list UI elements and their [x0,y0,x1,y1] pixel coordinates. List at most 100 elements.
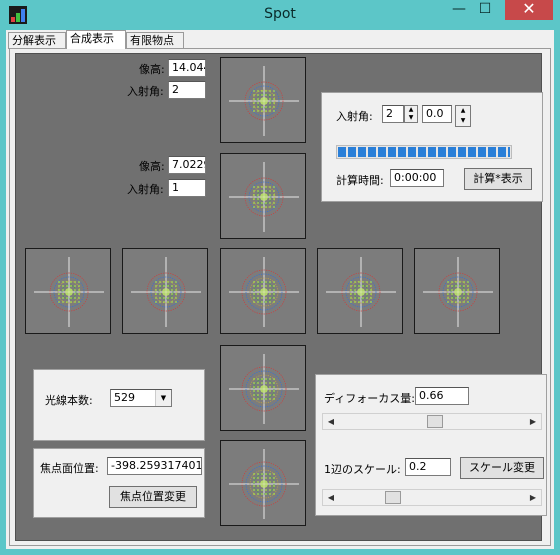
spot-mark [257,386,259,388]
spot-mark [357,288,365,296]
scroll-left-icon[interactable]: ◀ [323,490,339,505]
spot-mark [265,382,267,384]
tab-decompose[interactable]: 分解表示 [8,32,66,49]
minimize-icon[interactable]: — [446,0,472,20]
spot-mark [261,301,263,303]
app-window: Spot — ☐ ✕ 分解表示 合成表示 有限物点 像高: 14.044 入射角… [0,0,560,555]
spot-mark [159,293,161,295]
spot-mark [273,301,275,303]
progress-fill [338,147,510,157]
spin-up-icon[interactable]: ▲ [456,106,470,116]
spot-mark [253,382,255,384]
title-bar[interactable]: Spot — ☐ ✕ [0,0,560,30]
spot-mark [370,289,372,291]
spot-mark [269,297,271,299]
client-area: 分解表示 合成表示 有限物点 像高: 14.044 入射角: 2 像高: 7.0… [6,30,554,549]
scroll-right-icon[interactable]: ▶ [525,414,541,429]
spot-mark [358,301,360,303]
defocus-field[interactable]: 0.66 [415,387,469,405]
spot-mark [273,378,275,380]
spot-mark [273,206,275,208]
scroll-right-icon[interactable]: ▶ [525,490,541,505]
incidence-angle-field-1[interactable]: 2 [168,81,206,99]
spot-mark [253,301,255,303]
scale-field[interactable]: 0.2 [405,458,451,476]
spot-mark [261,202,263,204]
spot-mark [62,297,64,299]
spot-mark [451,281,453,283]
spot-mark [253,98,255,100]
ray-count-combo[interactable]: 529 ▼ [110,389,172,407]
spot-mark [463,301,465,303]
spot-mark [273,98,275,100]
incidence-angle-field-2[interactable]: 1 [168,179,206,197]
spot-mark [269,477,271,479]
spot-mark [451,301,453,303]
spot-mark [58,293,60,295]
spot-mark [269,186,271,188]
spot-mark [261,190,263,192]
scroll-left-icon[interactable]: ◀ [323,414,339,429]
defocus-slider-thumb[interactable] [427,415,444,428]
scale-label: 1辺のスケール: [324,463,401,476]
spot-mark [273,297,275,299]
spot-mark [451,285,453,287]
spin-down-icon[interactable]: ▼ [405,114,417,122]
scale-slider-thumb[interactable] [384,491,401,504]
spot-mark [78,301,80,303]
spot-mark [253,194,255,196]
tab-composite[interactable]: 合成表示 [66,30,126,49]
calc-angle-int-field[interactable]: 2 [382,105,404,123]
spot-mark [459,281,461,283]
image-height-field-2[interactable]: 7.0229 [168,156,206,174]
close-icon[interactable]: ✕ [505,0,553,20]
change-focus-button[interactable]: 焦点位置変更 [109,486,197,508]
chevron-down-icon[interactable]: ▼ [155,390,171,406]
change-scale-button[interactable]: スケール変更 [460,457,544,479]
spot-mark [265,378,267,380]
spot-mark [253,289,255,291]
calc-angle-int-spinner[interactable]: ▲ ▼ [404,105,418,123]
spot-mark [269,390,271,392]
spot-mark [260,97,268,105]
spot-mark [455,301,457,303]
spin-down-icon[interactable]: ▼ [456,116,470,126]
spot-mark [253,378,255,380]
spot-mark [261,398,263,400]
image-height-label-1: 像高: [139,63,165,76]
spot-mark [58,285,60,287]
calc-display-button[interactable]: 計算*表示 [464,168,532,190]
spot-mark [370,285,372,287]
spot-mark [467,297,469,299]
maximize-icon[interactable]: ☐ [472,0,498,20]
spot-mark [467,289,469,291]
spot-mark [273,90,275,92]
spot-mark [362,285,364,287]
defocus-slider[interactable]: ◀ ▶ [322,413,542,430]
spot-mark [463,289,465,291]
scale-slider[interactable]: ◀ ▶ [322,489,542,506]
spot-mark [354,289,356,291]
spot-mark [463,297,465,299]
spot-mark [269,489,271,491]
spot-mark [265,90,267,92]
calc-angle-dec-field[interactable]: 0.0 [422,105,452,123]
spot-mark [162,288,170,296]
spot-mark [253,390,255,392]
calc-angle-dec-spinner[interactable]: ▲ ▼ [455,105,471,127]
spin-up-icon[interactable]: ▲ [405,106,417,114]
tab-finite-object[interactable]: 有限物点 [126,32,184,49]
spot-mark [261,94,263,96]
spot-mark [70,285,72,287]
spot-mark [171,289,173,291]
spot-mark [74,281,76,283]
spot-mark [159,301,161,303]
image-height-field-1[interactable]: 14.044 [168,59,206,77]
spot-mark [62,301,64,303]
spot-pattern [326,257,396,327]
spot-mark [459,297,461,299]
calc-angle-label: 入射角: [336,110,373,123]
spot-mark [273,477,275,479]
focal-plane-field[interactable]: -398.2593174013 [107,457,202,475]
spot-mark [253,281,255,283]
